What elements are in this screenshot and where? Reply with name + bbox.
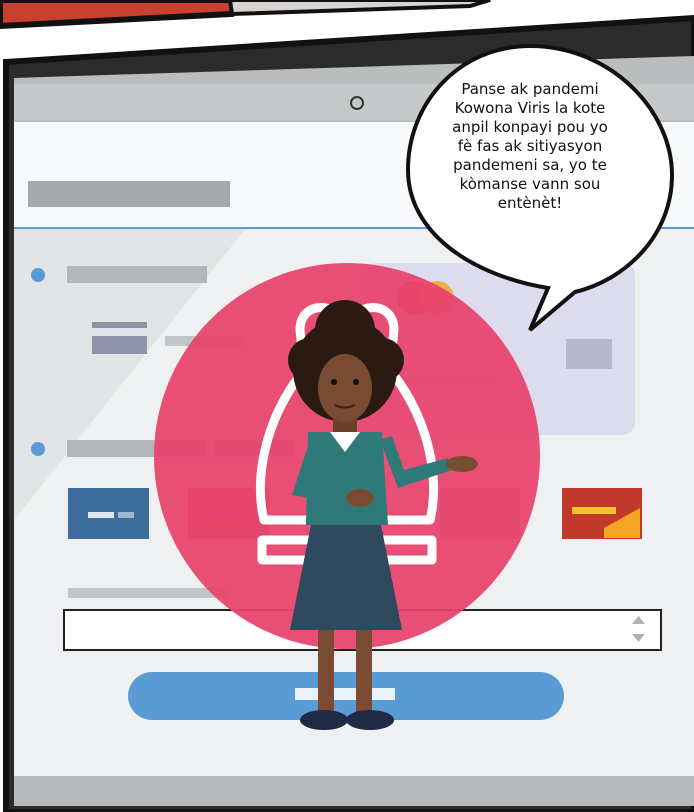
speech-line: Panse ak pandemi (461, 80, 599, 98)
speech-line: entènèt! (497, 194, 563, 212)
previous-panel-fragment (0, 0, 491, 30)
speech-line: kòmanse vann sou (459, 175, 601, 193)
speech-line: fè fas ak sitiyasyon (457, 137, 603, 155)
field-label-a (92, 322, 147, 328)
speech-bubble-text: Panse ak pandemi Kowona Viris la kote an… (425, 80, 635, 213)
monitor-bottom-frame (14, 776, 694, 806)
step-dot-2 (31, 442, 45, 456)
speech-line: anpil konpayi pou yo (452, 118, 608, 136)
submit-button-label (295, 688, 395, 700)
field-value-a (92, 336, 147, 354)
step-title-1 (67, 266, 207, 283)
speech-line: Kowona Viris la kote (454, 99, 606, 117)
speech-line: pandemeni sa, yo te (453, 156, 607, 174)
card-chip (566, 339, 612, 369)
field-label-quantity (68, 588, 228, 598)
logo-placeholder (28, 181, 230, 207)
step-dot-1 (31, 268, 45, 282)
